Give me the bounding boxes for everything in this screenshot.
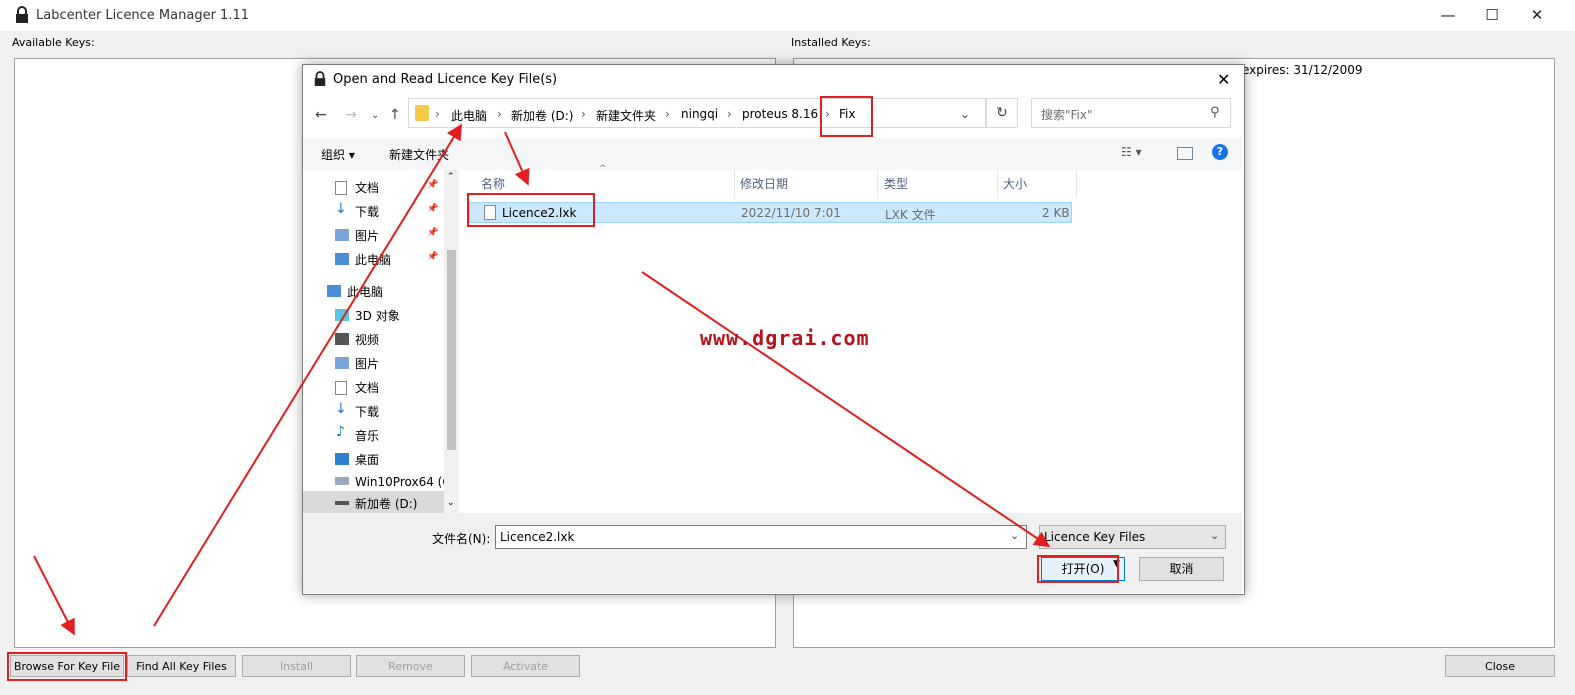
annotation-arrow-to-addressbar: [153, 123, 463, 627]
annotation-arrow-to-browse: [33, 555, 75, 636]
watermark-text: www.dgrai.com: [700, 326, 870, 350]
annotation-arrow-to-open: [641, 271, 1051, 548]
annotation-arrow-to-file: [504, 131, 530, 186]
